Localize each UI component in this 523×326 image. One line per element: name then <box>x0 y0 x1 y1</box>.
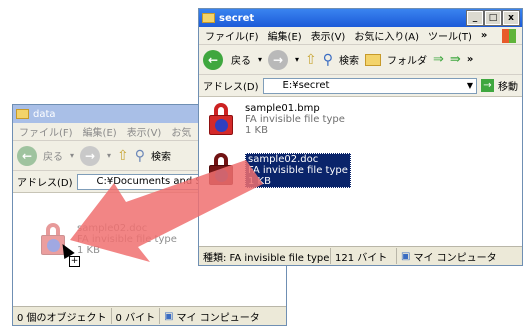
back-arrow-icon: ← <box>21 148 33 163</box>
move-to-icon[interactable]: ⇒ <box>433 52 444 67</box>
search-icon[interactable]: ⚲ <box>323 52 333 68</box>
file-name: sample01.bmp <box>245 103 320 114</box>
back-label[interactable]: 戻る <box>231 52 251 67</box>
maximize-button[interactable]: □ <box>484 10 502 26</box>
chevron-down-icon[interactable]: ▾ <box>258 55 262 64</box>
address-label: アドレス(D) <box>203 82 259 93</box>
search-label[interactable]: 検索 <box>151 148 171 163</box>
windows-logo-icon <box>502 28 516 43</box>
status-type: 種類: FA invisible file type 3 <box>199 248 331 264</box>
computer-icon: ▣ <box>164 310 174 322</box>
status-location-cell: ▣ マイ コンピュータ <box>397 248 501 264</box>
back-button[interactable]: ← <box>203 49 223 70</box>
close-button[interactable]: x <box>502 10 520 26</box>
forward-button[interactable]: → <box>268 49 289 70</box>
secret-window-titlebar[interactable]: secret _ □ x <box>199 9 522 27</box>
toolbar-more[interactable]: » <box>467 54 473 65</box>
status-location-cell: ▣ マイ コンピュータ <box>160 308 264 324</box>
status-location: マイ コンピュータ <box>413 252 497 264</box>
chevron-down-icon[interactable]: ▾ <box>295 55 299 64</box>
lock-file-icon <box>209 103 237 135</box>
chevron-down-icon[interactable]: ▾ <box>107 151 111 160</box>
selected-label: sample02.doc FA invisible file type 1 KB <box>245 153 351 188</box>
folder-icon <box>81 177 93 186</box>
address-dropdown-icon[interactable]: ▼ <box>467 81 473 90</box>
file-type: FA invisible file type <box>245 114 345 125</box>
ghost-file-type: FA invisible file type <box>77 234 177 245</box>
folders-icon[interactable] <box>365 53 382 66</box>
status-bytes: 121 バイト <box>331 248 397 264</box>
secret-window: secret _ □ x ファイル(F) 編集(E) 表示(V) お気に入り(A… <box>198 8 523 266</box>
secret-addressbar: アドレス(D) E:¥secret ▼ → 移動 <box>199 75 522 97</box>
secret-statusbar: 種類: FA invisible file type 3 121 バイト ▣ マ… <box>199 246 522 265</box>
status-objects: 0 個のオブジェクト <box>13 308 112 324</box>
go-label[interactable]: 移動 <box>498 78 518 93</box>
menu-view[interactable]: 表示(V) <box>127 124 162 139</box>
folder-icon <box>202 13 215 23</box>
search-icon[interactable]: ⚲ <box>135 148 145 164</box>
menu-favorites[interactable]: お気 <box>171 124 191 139</box>
folder-icon <box>16 109 29 119</box>
go-arrow-icon[interactable]: → <box>481 79 494 92</box>
up-folder-icon[interactable]: ⇧ <box>305 52 317 68</box>
secret-file-area[interactable]: sample01.bmp FA invisible file type 1 KB… <box>199 97 522 247</box>
computer-icon: ▣ <box>401 250 411 262</box>
secret-window-title: secret <box>219 12 255 24</box>
folder-icon <box>267 81 279 90</box>
menu-tools[interactable]: ツール(T) <box>428 28 472 43</box>
search-label[interactable]: 検索 <box>339 52 359 67</box>
file-item-selected[interactable]: sample02.doc FA invisible file type 1 KB <box>209 153 351 188</box>
up-folder-icon[interactable]: ⇧ <box>117 148 129 164</box>
file-name: sample02.doc <box>248 154 319 165</box>
chevron-down-icon[interactable]: ▾ <box>70 151 74 160</box>
menu-more[interactable]: » <box>481 30 487 41</box>
status-bytes: 0 バイト <box>112 308 161 324</box>
secret-toolbar: ← 戻る ▾ → ▾ ⇧ ⚲ 検索 フォルダ ⇒ ⇛ » <box>199 45 522 75</box>
forward-arrow-icon: → <box>84 148 96 163</box>
menu-file[interactable]: ファイル(F) <box>19 124 73 139</box>
minimize-button[interactable]: _ <box>466 10 484 26</box>
ghost-file-name: sample02.doc <box>77 223 148 234</box>
data-statusbar: 0 個のオブジェクト 0 バイト ▣ マイ コンピュータ <box>13 306 286 325</box>
address-path: E:¥secret <box>282 80 330 91</box>
copy-plus-icon: + <box>69 256 80 267</box>
copy-to-icon[interactable]: ⇛ <box>450 52 461 67</box>
data-window-title: data <box>33 108 56 120</box>
address-label: アドレス(D) <box>17 178 73 189</box>
status-location: マイ コンピュータ <box>176 312 260 324</box>
file-size: 1 KB <box>248 176 271 187</box>
folders-label[interactable]: フォルダ <box>387 52 427 67</box>
back-label: 戻る <box>43 152 63 163</box>
back-button[interactable]: ← <box>17 145 37 166</box>
file-size: 1 KB <box>245 125 268 136</box>
menu-edit[interactable]: 編集(E) <box>83 124 117 139</box>
file-type: FA invisible file type <box>248 165 348 176</box>
lock-file-icon <box>209 153 237 185</box>
menu-edit[interactable]: 編集(E) <box>268 28 302 43</box>
menu-file[interactable]: ファイル(F) <box>205 28 259 43</box>
back-arrow-icon: ← <box>207 52 219 67</box>
forward-button[interactable]: → <box>80 145 101 166</box>
menu-view[interactable]: 表示(V) <box>311 28 346 43</box>
address-input[interactable]: E:¥secret ▼ <box>262 77 477 94</box>
forward-arrow-icon: → <box>272 52 284 67</box>
ghost-file-size: 1 KB <box>77 245 100 256</box>
secret-menubar: ファイル(F) 編集(E) 表示(V) お気に入り(A) ツール(T) » <box>199 27 522 45</box>
menu-favorites[interactable]: お気に入り(A) <box>354 28 419 43</box>
file-item[interactable]: sample01.bmp FA invisible file type 1 KB <box>209 103 345 136</box>
